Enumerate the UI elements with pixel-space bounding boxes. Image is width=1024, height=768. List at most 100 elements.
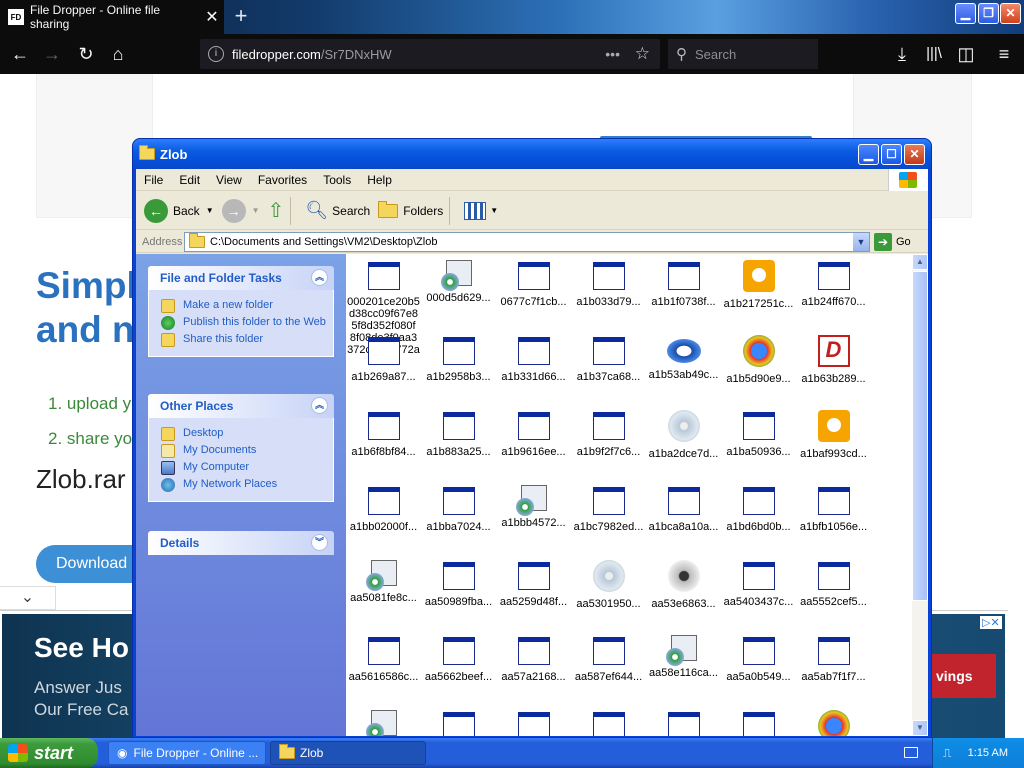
file-item[interactable]: aa5259d48f... <box>496 560 571 608</box>
menu-tools[interactable]: Tools <box>315 173 359 187</box>
site-info-icon[interactable]: i <box>208 46 224 62</box>
back-arrow-icon[interactable]: ← <box>6 40 34 68</box>
keyboard-icon[interactable] <box>904 747 918 758</box>
address-dropdown-icon[interactable]: ▼ <box>853 232 869 251</box>
menu-help[interactable]: Help <box>359 173 400 187</box>
browser-minimize-button[interactable]: ▁ <box>955 3 976 24</box>
start-button[interactable]: start <box>0 738 98 768</box>
file-item[interactable]: a1bbb4572... <box>496 485 571 529</box>
file-item[interactable]: aa5a0b549... <box>721 635 796 683</box>
file-item[interactable]: a1bfb1056e... <box>796 485 871 533</box>
file-item[interactable]: aa53e6863... <box>646 560 721 610</box>
forward-arrow-icon[interactable]: → <box>38 40 66 68</box>
file-item[interactable]: a1b033d79... <box>571 260 646 308</box>
file-item[interactable]: a1bca8a10a... <box>646 485 721 533</box>
file-item[interactable]: aa57a2168... <box>496 635 571 683</box>
forward-dropdown-icon[interactable]: ▼ <box>252 206 260 215</box>
new-tab-button[interactable]: + <box>228 4 254 30</box>
close-button[interactable]: ✕ <box>904 144 925 165</box>
file-item[interactable]: a1b217251c... <box>721 260 796 310</box>
file-item[interactable]: aa587ef644... <box>571 635 646 683</box>
file-item[interactable]: a1baf993cd... <box>796 410 871 460</box>
file-item[interactable]: a1b883a25... <box>421 410 496 458</box>
views-dropdown-icon[interactable]: ▼ <box>490 206 498 215</box>
url-bar[interactable]: i filedropper.com/Sr7DNxHW ••• ☆ <box>200 39 660 69</box>
file-item[interactable]: a1ba2dce7d... <box>646 410 721 460</box>
bookmark-star-icon[interactable]: ☆ <box>635 44 650 64</box>
clock[interactable]: 1:15 AM <box>968 747 1008 759</box>
file-item[interactable]: aa5081fe8c... <box>346 560 421 604</box>
file-item[interactable]: aa5552cef5... <box>796 560 871 608</box>
file-list-scrollbar[interactable]: ▲ ▼ <box>912 254 928 736</box>
collapse-ad-chevron-icon[interactable]: ⌄ <box>0 586 56 610</box>
file-item[interactable]: aa5662beef... <box>421 635 496 683</box>
browser-tab-active[interactable]: FD File Dropper - Online file sharing ✕ <box>0 0 224 34</box>
collapse-chevron-icon[interactable]: ︽ <box>311 397 328 414</box>
file-item[interactable]: Da1b63b289... <box>796 335 871 385</box>
file-item[interactable]: a1b1f0738f... <box>646 260 721 308</box>
menu-view[interactable]: View <box>208 173 250 187</box>
file-item[interactable]: a1b6f8bf84... <box>346 410 421 458</box>
file-item[interactable]: 000d5d629... <box>421 260 496 304</box>
file-item[interactable]: a1bba7024... <box>421 485 496 533</box>
place-my-network[interactable]: My Network Places <box>161 478 333 492</box>
back-button[interactable]: ← Back ▼ <box>144 198 214 223</box>
file-item[interactable]: a1bc7982ed... <box>571 485 646 533</box>
taskbar-item-zlob[interactable]: Zlob <box>270 741 426 765</box>
go-button[interactable]: ➔ Go <box>874 232 911 251</box>
file-item[interactable] <box>796 710 871 736</box>
file-item[interactable]: aa5301950... <box>571 560 646 610</box>
explorer-title-bar[interactable]: Zlob ▁ ☐ ✕ <box>133 139 931 169</box>
scroll-up-arrow-icon[interactable]: ▲ <box>912 254 928 270</box>
maximize-button[interactable]: ☐ <box>881 144 902 165</box>
file-item[interactable]: a1b37ca68... <box>571 335 646 383</box>
expand-chevron-icon[interactable]: ︾ <box>311 534 328 551</box>
file-item[interactable] <box>721 710 796 736</box>
file-item[interactable]: aa5616586c... <box>346 635 421 683</box>
up-folder-button[interactable]: ⇧ <box>268 198 285 223</box>
reload-icon[interactable]: ↻ <box>72 40 100 68</box>
file-item[interactable]: a1b9f2f7c6... <box>571 410 646 458</box>
file-item[interactable] <box>346 710 421 736</box>
place-my-computer[interactable]: My Computer <box>161 461 333 475</box>
downloads-icon[interactable]: ⤓ <box>888 40 916 68</box>
file-item[interactable]: a1b9616ee... <box>496 410 571 458</box>
library-icon[interactable]: |||\ <box>920 40 948 68</box>
collapse-chevron-icon[interactable]: ︽ <box>311 269 328 286</box>
page-actions-icon[interactable]: ••• <box>605 46 620 62</box>
taskbar-item-firefox[interactable]: ◉ File Dropper - Online ... <box>108 741 266 765</box>
file-item[interactable] <box>421 710 496 736</box>
details-header[interactable]: Details ︾ <box>148 531 334 555</box>
scroll-down-arrow-icon[interactable]: ▼ <box>912 720 928 736</box>
task-publish-folder[interactable]: Publish this folder to the Web <box>161 316 333 330</box>
minimize-button[interactable]: ▁ <box>858 144 879 165</box>
file-item[interactable]: aa5403437c... <box>721 560 796 608</box>
folders-button[interactable]: Folders <box>378 200 443 218</box>
file-folder-tasks-header[interactable]: File and Folder Tasks ︽ <box>148 266 334 290</box>
file-item[interactable] <box>571 710 646 736</box>
forward-button[interactable]: → ▼ <box>221 198 260 223</box>
ad-close-icon[interactable]: ▷✕ <box>980 616 1002 629</box>
file-item[interactable]: aa5ab7f1f7... <box>796 635 871 683</box>
browser-search-box[interactable]: ⚲ Search <box>668 39 818 69</box>
place-desktop[interactable]: Desktop <box>161 427 333 441</box>
file-item[interactable]: a1b331d66... <box>496 335 571 383</box>
back-dropdown-icon[interactable]: ▼ <box>206 206 214 215</box>
task-make-new-folder[interactable]: Make a new folder <box>161 299 333 313</box>
menu-hamburger-icon[interactable]: ≡ <box>990 40 1018 68</box>
file-item[interactable]: a1b2958b3... <box>421 335 496 383</box>
network-tray-icon[interactable]: ⎍ <box>943 746 951 761</box>
file-item[interactable]: a1b53ab49c... <box>646 335 721 381</box>
file-item[interactable]: a1b5d90e9... <box>721 335 796 385</box>
menu-favorites[interactable]: Favorites <box>250 173 315 187</box>
file-item[interactable]: a1b24ff670... <box>796 260 871 308</box>
views-button[interactable]: ▼ <box>464 201 498 220</box>
sidebar-icon[interactable]: ◫ <box>952 40 980 68</box>
file-item[interactable]: a1bd6bd0b... <box>721 485 796 533</box>
address-field[interactable]: C:\Documents and Settings\VM2\Desktop\Zl… <box>184 231 870 252</box>
file-item[interactable]: a1bb02000f... <box>346 485 421 533</box>
file-item[interactable]: a1b269a87... <box>346 335 421 383</box>
ad-cta-button[interactable]: vings <box>932 654 996 698</box>
file-item[interactable] <box>646 710 721 736</box>
file-item[interactable]: 0677c7f1cb... <box>496 260 571 308</box>
